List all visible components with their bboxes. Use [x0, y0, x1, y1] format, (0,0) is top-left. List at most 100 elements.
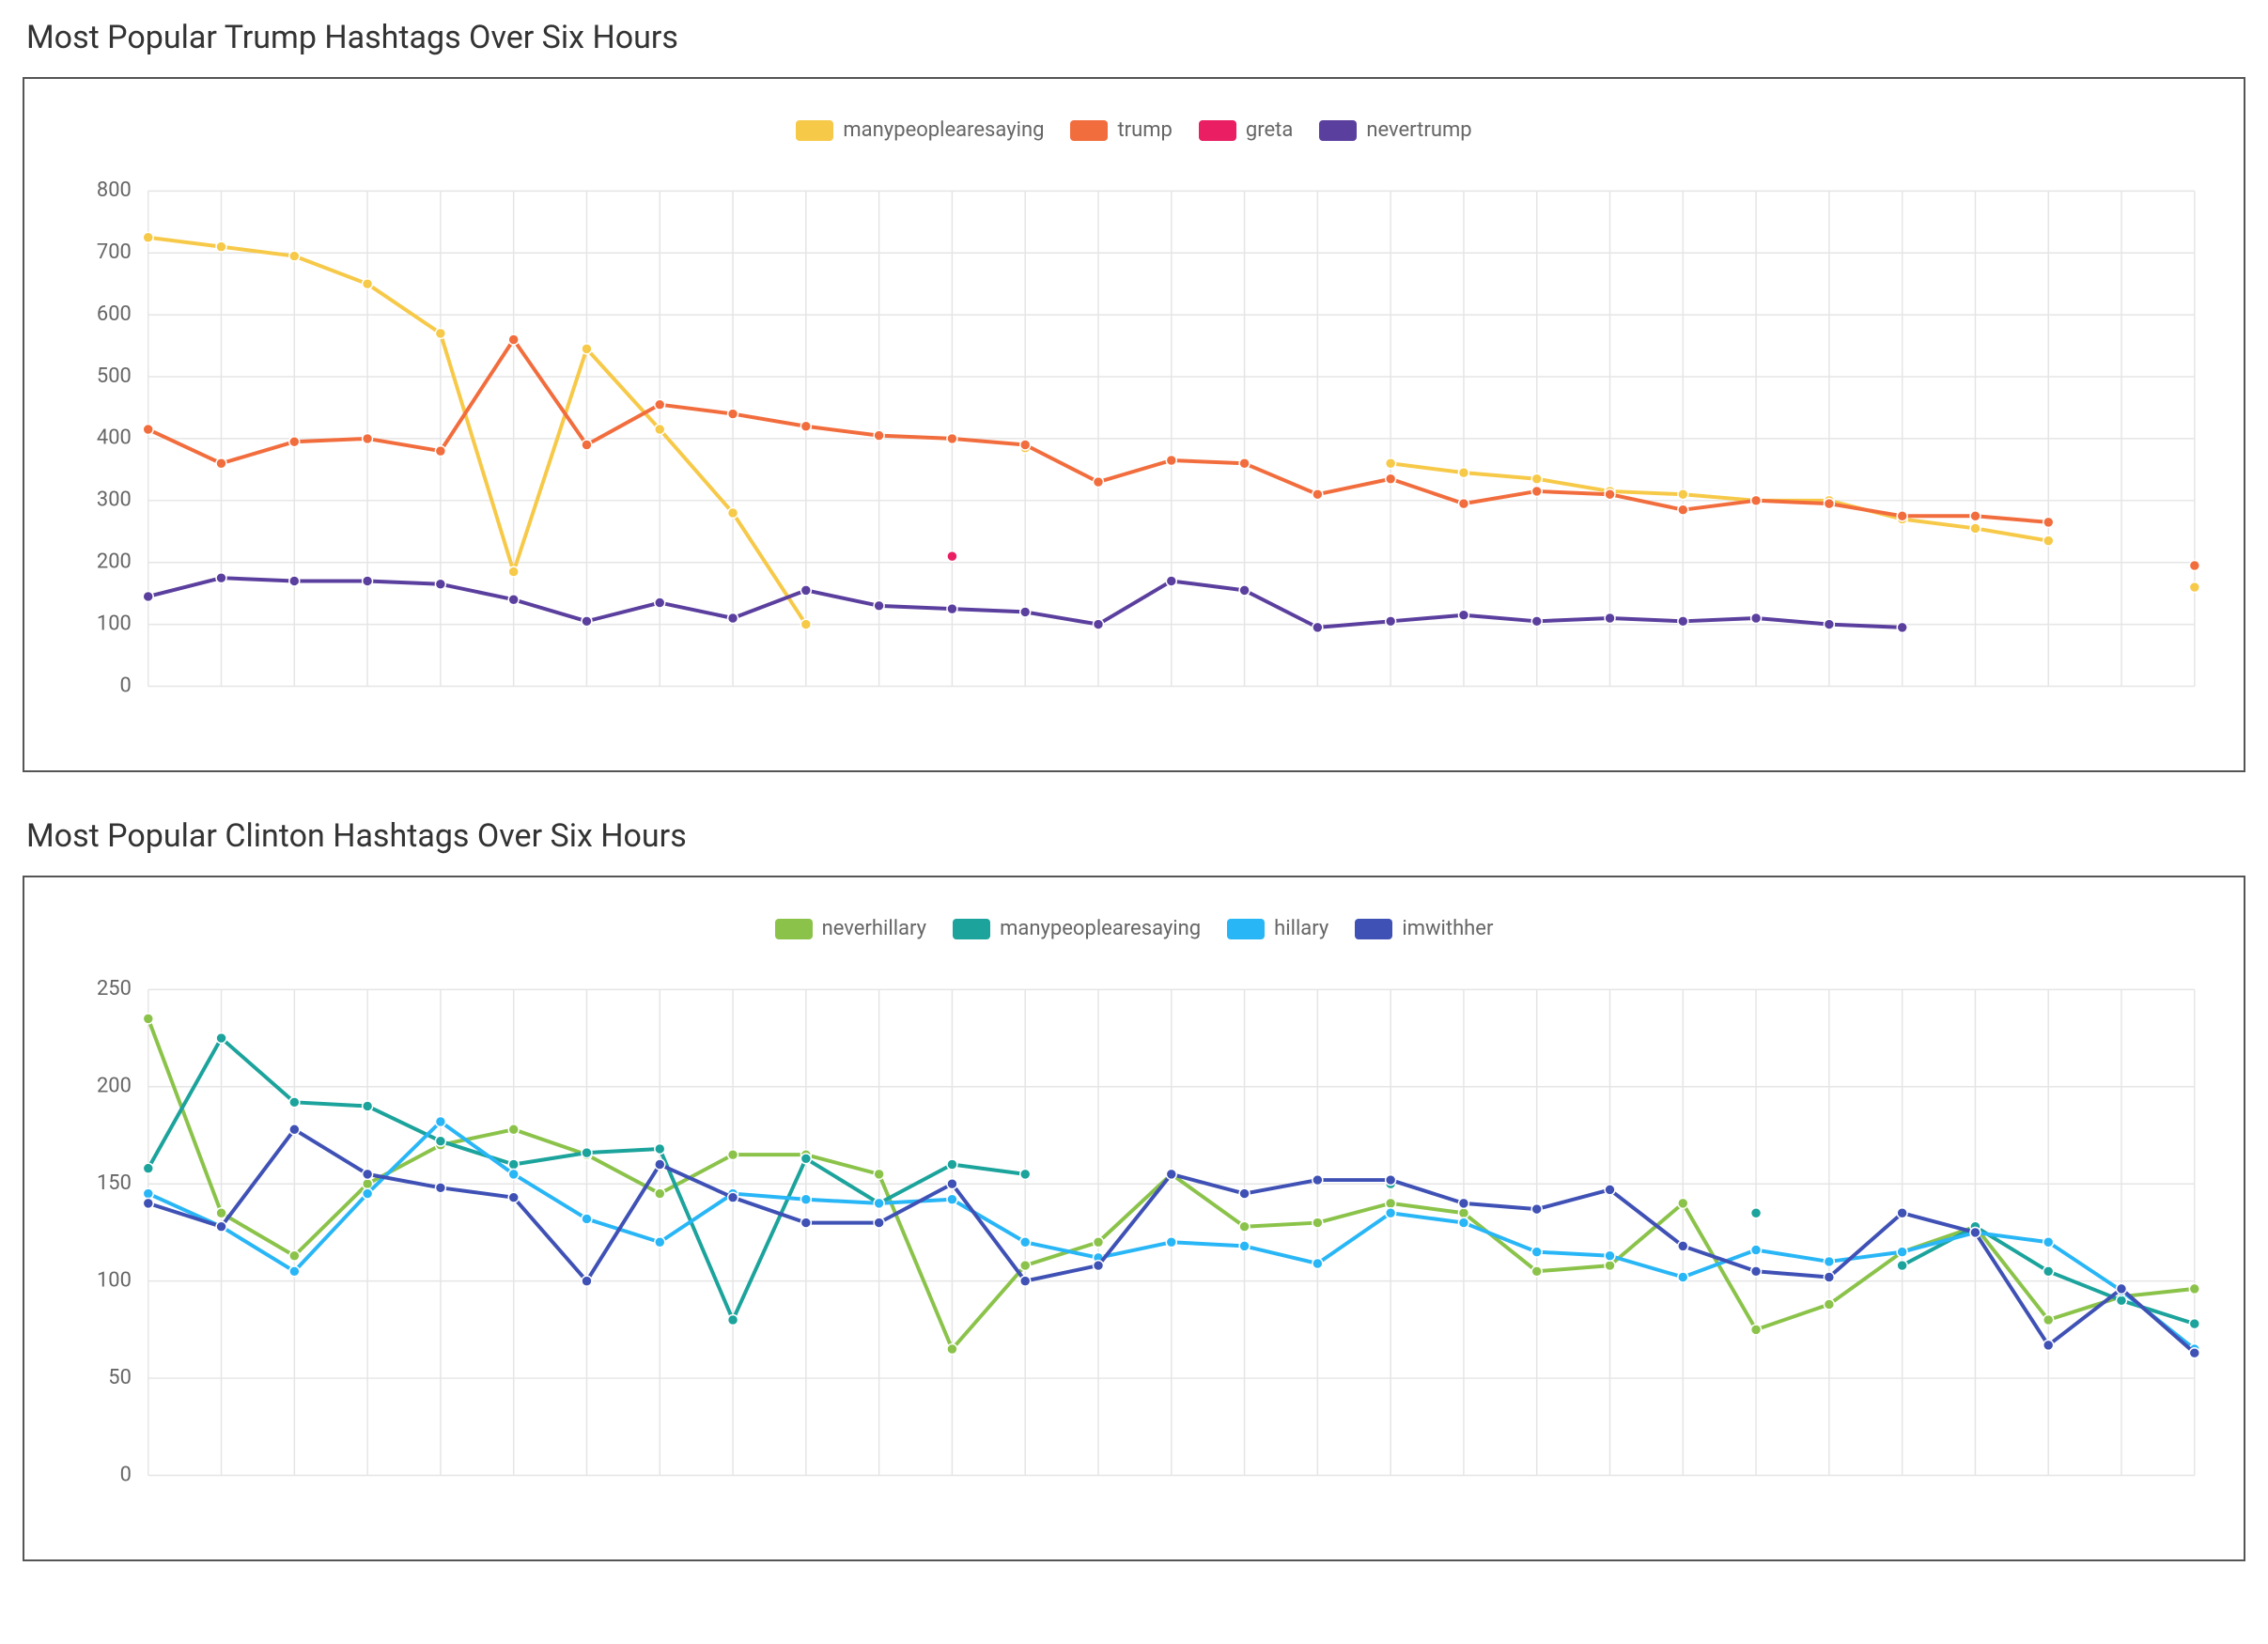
data-point [1751, 1208, 1762, 1218]
data-point [1386, 1208, 1396, 1218]
chart-frame: neverhillarymanypeoplearesayinghillaryim… [23, 876, 2245, 1561]
chart-block-clinton: Most Popular Clinton Hashtags Over Six H… [23, 817, 2245, 1561]
data-point [1313, 1259, 1323, 1269]
data-point [582, 1214, 592, 1224]
data-point [1313, 1217, 1323, 1228]
data-point [1678, 489, 1688, 500]
data-point [2189, 1319, 2199, 1329]
data-point [1531, 1266, 1542, 1277]
data-point [1239, 1241, 1250, 1251]
y-tick-label: 500 [97, 364, 132, 388]
data-point [655, 597, 665, 608]
data-point [1458, 610, 1468, 620]
y-tick-label: 50 [108, 1366, 132, 1389]
data-point [1970, 511, 1981, 521]
data-point [1313, 1175, 1323, 1186]
data-point [1020, 607, 1031, 617]
data-point [2043, 1315, 2054, 1326]
data-point [435, 1117, 445, 1127]
data-point [655, 1159, 665, 1170]
data-point [143, 1014, 153, 1024]
data-point [582, 616, 592, 627]
data-point [2189, 561, 2199, 571]
data-point [582, 440, 592, 450]
data-point [143, 1163, 153, 1173]
data-point [1386, 1198, 1396, 1208]
data-point [508, 1124, 519, 1135]
data-point [947, 551, 957, 562]
data-point [1094, 619, 1104, 629]
data-point [1313, 489, 1323, 500]
data-point [216, 241, 226, 252]
data-point [728, 1192, 738, 1202]
data-point [1094, 1261, 1104, 1271]
y-tick-label: 800 [97, 178, 132, 202]
y-tick-label: 400 [97, 427, 132, 450]
data-point [1531, 486, 1542, 496]
data-point [947, 1344, 957, 1355]
data-point [947, 433, 957, 443]
data-point [655, 425, 665, 435]
data-point [435, 446, 445, 457]
data-point [2043, 1340, 2054, 1350]
data-point [1020, 440, 1031, 450]
data-point [1166, 1169, 1176, 1179]
data-point [1094, 1237, 1104, 1248]
page: Most Popular Trump Hashtags Over Six Hou… [0, 0, 2268, 1644]
data-point [289, 1097, 300, 1108]
data-point [1020, 1169, 1031, 1179]
data-point [289, 1124, 300, 1135]
data-point [289, 1250, 300, 1261]
data-point [1678, 504, 1688, 515]
series-line [148, 238, 806, 625]
data-point [582, 344, 592, 354]
data-point [2189, 1348, 2199, 1358]
data-point [1531, 1204, 1542, 1215]
data-point [800, 619, 811, 629]
data-point [1824, 499, 1834, 509]
data-point [1897, 622, 1907, 632]
data-point [508, 566, 519, 577]
data-point [1605, 1250, 1615, 1261]
data-point [216, 458, 226, 469]
data-point [143, 425, 153, 435]
data-point [216, 1033, 226, 1044]
y-tick-label: 200 [97, 550, 132, 573]
plot-area: 0100200300400500600700800 [24, 79, 2244, 770]
chart-title: Most Popular Clinton Hashtags Over Six H… [26, 817, 2245, 855]
y-tick-label: 100 [97, 1268, 132, 1292]
y-tick-label: 0 [120, 674, 132, 697]
data-point [874, 600, 884, 611]
data-point [2189, 1283, 2199, 1294]
y-tick-label: 200 [97, 1075, 132, 1098]
data-point [363, 1101, 373, 1111]
data-point [655, 1143, 665, 1154]
data-point [363, 279, 373, 289]
data-point [1166, 1237, 1176, 1248]
data-point [800, 1194, 811, 1204]
data-point [728, 1315, 738, 1326]
data-point [363, 576, 373, 586]
data-point [216, 573, 226, 583]
data-point [582, 1276, 592, 1286]
data-point [1239, 1188, 1250, 1199]
data-point [289, 576, 300, 586]
y-tick-label: 150 [97, 1171, 132, 1195]
data-point [1970, 523, 1981, 534]
data-point [947, 1159, 957, 1170]
data-point [1239, 585, 1250, 596]
data-point [216, 1208, 226, 1218]
data-point [2117, 1295, 2127, 1306]
data-point [947, 1194, 957, 1204]
data-point [1386, 473, 1396, 484]
data-point [1605, 613, 1615, 624]
data-point [874, 1198, 884, 1208]
data-point [508, 595, 519, 605]
chart-title: Most Popular Trump Hashtags Over Six Hou… [26, 19, 2245, 56]
data-point [1458, 1198, 1468, 1208]
data-point [289, 251, 300, 261]
y-tick-label: 250 [97, 977, 132, 1000]
data-point [1020, 1237, 1031, 1248]
y-tick-label: 600 [97, 302, 132, 326]
data-point [1824, 1299, 1834, 1310]
